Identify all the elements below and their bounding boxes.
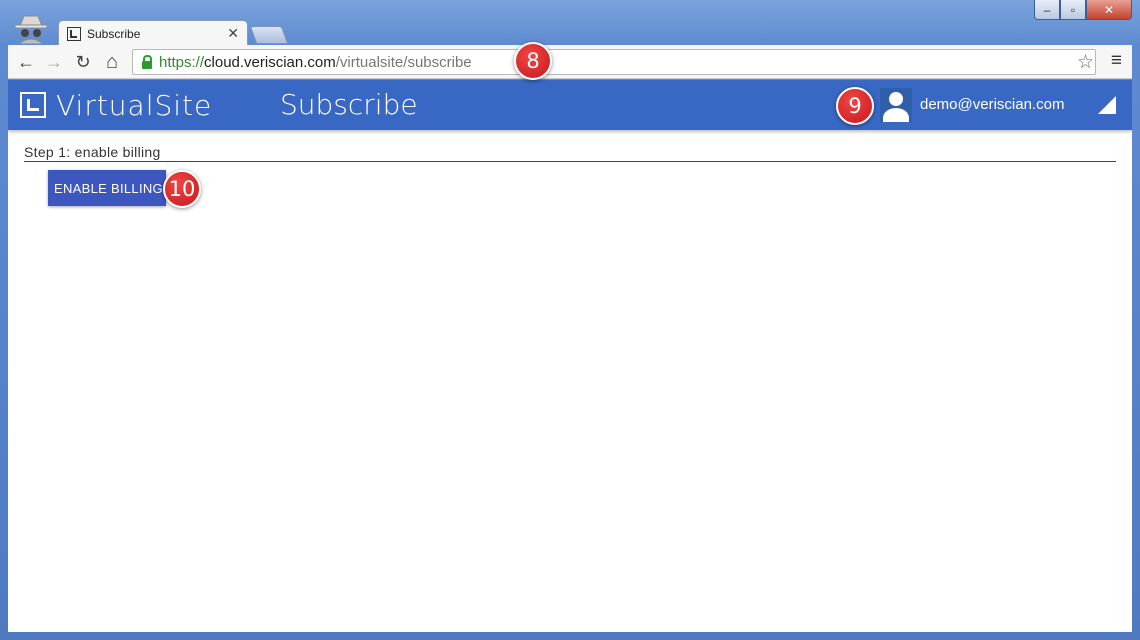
callout-badge-8: 8 (514, 42, 552, 80)
virtualsite-logo-icon (20, 92, 46, 118)
step-divider (24, 161, 1116, 162)
secure-lock-icon (142, 55, 152, 69)
user-email[interactable]: demo@veriscian.com (920, 96, 1064, 113)
minimize-button[interactable]: ‒ (1034, 0, 1060, 20)
browser-menu-icon[interactable]: ≡ (1111, 50, 1122, 72)
window-controls: ‒ ▫ ✕ (1034, 0, 1132, 20)
forward-arrow-icon[interactable]: → (42, 50, 66, 74)
app-header: VirtualSite Subscribe demo@veriscian.com (8, 80, 1132, 130)
close-window-button[interactable]: ✕ (1086, 0, 1132, 20)
user-menu-triangle-icon[interactable] (1098, 96, 1116, 114)
url-path: /virtualsite/subscribe (335, 53, 472, 71)
new-tab-button[interactable] (249, 26, 289, 44)
enable-billing-button[interactable]: ENABLE BILLING (48, 170, 166, 206)
url-host: cloud.veriscian.com (204, 53, 336, 71)
app-logo-text: VirtualSite (56, 89, 213, 122)
page-viewport: VirtualSite Subscribe demo@veriscian.com… (8, 80, 1132, 632)
url-scheme: https:// (159, 53, 205, 71)
callout-badge-10: 10 (163, 170, 201, 208)
browser-window: ‒ ▫ ✕ Subscribe ✕ ← → ↻ ⌂ https://cloud.… (0, 0, 1140, 640)
tab-close-icon[interactable]: ✕ (227, 25, 239, 42)
bookmark-star-icon[interactable]: ☆ (1077, 51, 1094, 74)
user-avatar-icon[interactable] (880, 88, 912, 122)
reload-icon[interactable]: ↻ (71, 50, 95, 74)
home-icon[interactable]: ⌂ (100, 50, 124, 74)
maximize-button[interactable]: ▫ (1060, 0, 1086, 20)
site-favicon-icon (67, 26, 81, 41)
tab-subscribe[interactable]: Subscribe ✕ (58, 20, 248, 46)
incognito-icon (14, 15, 48, 44)
callout-badge-9: 9 (836, 87, 874, 125)
back-arrow-icon[interactable]: ← (14, 50, 38, 74)
tab-title: Subscribe (87, 26, 141, 41)
step-label: Step 1: enable billing (24, 144, 161, 160)
page-title: Subscribe (280, 88, 418, 121)
browser-toolbar: ← → ↻ ⌂ https://cloud.veriscian.com/virt… (8, 45, 1132, 79)
address-bar[interactable]: https://cloud.veriscian.com/virtualsite/… (132, 49, 1096, 75)
